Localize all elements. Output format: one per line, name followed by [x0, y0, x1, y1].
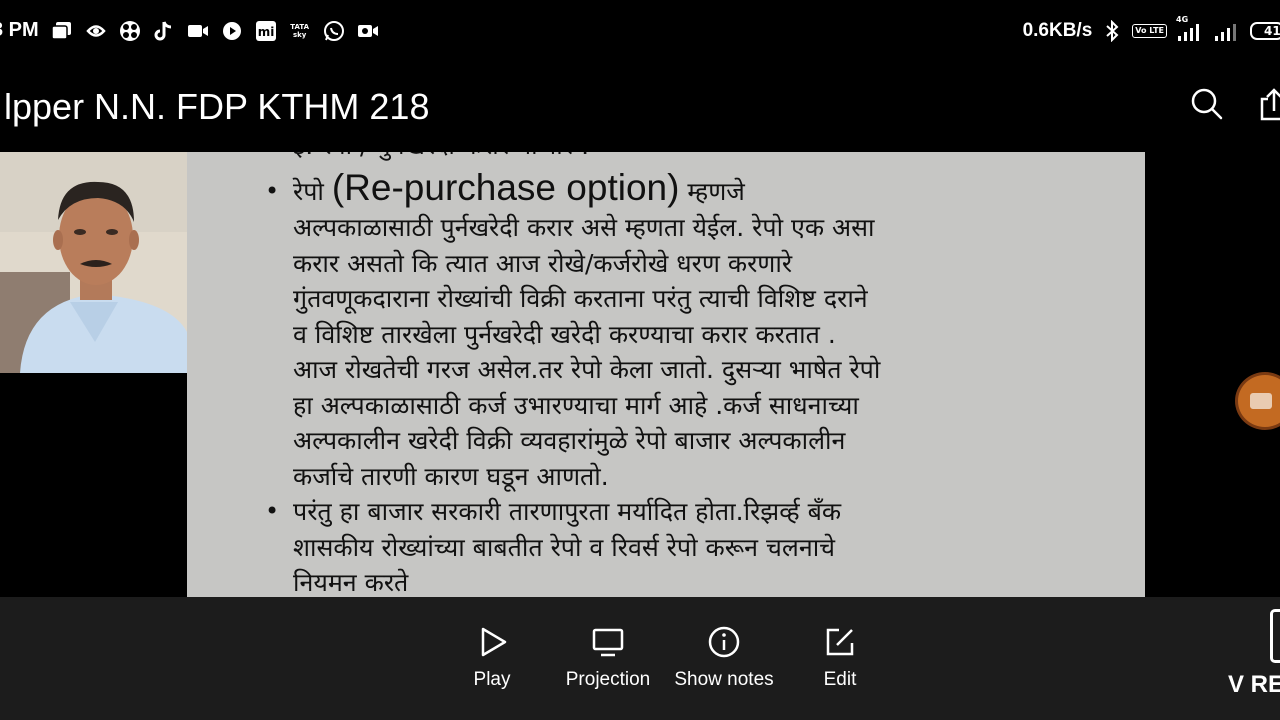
- document-title: lpper N.N. FDP KTHM 218: [4, 86, 430, 127]
- text-line: कर्जाचे तारणी कारण घडून आणतो.: [293, 461, 609, 491]
- edit-label: Edit: [823, 669, 857, 690]
- mi-icon: mi: [255, 20, 277, 42]
- status-time: 3 PM: [0, 19, 39, 41]
- bullet-1-prefix: रेपो: [293, 177, 332, 206]
- projection-label: Projection: [565, 669, 651, 690]
- status-left-group: 3 PM mi TATA sky: [0, 19, 379, 42]
- text-line: गुंतवणूकदाराना रोख्यांची विक्री करताना प…: [293, 284, 868, 313]
- text-line: हा अल्पकाळासाठी कर्ज उभारण्याचा मार्ग आह…: [293, 390, 859, 420]
- tata-sky-icon: TATA sky: [289, 20, 311, 42]
- whatsapp-icon: [323, 20, 345, 42]
- projection-button[interactable]: Projection: [548, 625, 668, 691]
- corner-frame: [1270, 609, 1280, 663]
- edit-button[interactable]: Edit: [780, 625, 900, 691]
- bullet-1-suffix: म्हणजे: [679, 177, 745, 206]
- fan-icon: [119, 20, 141, 42]
- bullet-marker: •: [265, 497, 280, 525]
- bullet-1-heading-line: रेपो (Re-purchase option) म्हणजे: [293, 167, 1133, 210]
- bullet-paragraph-1: रेपो (Re-purchase option) म्हणजे अल्पकाळ…: [293, 167, 1133, 494]
- bullet-1-english-term: (Re-purchase option): [331, 167, 680, 208]
- mi-label: mi: [257, 25, 274, 39]
- text-line: अल्पकाळासाठी पुर्नखरेदी करार असे म्हणता …: [293, 213, 875, 242]
- search-icon: [1191, 88, 1223, 120]
- text-line: व विशिष्ट तारखेला पुर्नखरेदी खरेदी करण्य…: [293, 319, 836, 349]
- floating-camera-button[interactable]: [1235, 372, 1280, 430]
- text-line: शासकीय रोख्यांच्या बाबतीत रेपो व रिवर्स …: [293, 532, 836, 562]
- text-line: परंतु हा बाजार सरकारी तारणापुरता मर्यादि…: [293, 497, 842, 526]
- projection-icon: [592, 628, 624, 657]
- show-notes-button[interactable]: Show notes: [664, 625, 784, 691]
- battery-icon: 41: [1250, 22, 1280, 40]
- edit-icon: [826, 628, 854, 656]
- network-speed: 0.6KB/s: [1022, 20, 1093, 41]
- slide: इ. रेपो / पुर्नखरेदी करार बाजार : • रेपो…: [187, 152, 1145, 597]
- camera-icon: [1250, 393, 1272, 409]
- volte-badge: Vo LTE: [1132, 24, 1167, 38]
- play-icon: [481, 627, 507, 657]
- bottom-toolbar: Play Projection Show notes Edit V RE: [0, 597, 1280, 720]
- bluetooth-icon: [1101, 20, 1123, 42]
- status-bar: 3 PM mi TATA sky: [0, 0, 1280, 66]
- play-button[interactable]: Play: [432, 625, 552, 691]
- video-camera-icon: [187, 20, 209, 42]
- text-line: अल्पकालीन खरेदी विक्री व्यवहारांमुळे रेप…: [293, 426, 846, 455]
- sky-label: sky: [292, 30, 307, 39]
- share-icon: [1260, 88, 1280, 121]
- gallery-icon: [50, 20, 73, 42]
- corner-label: V RE: [1228, 671, 1280, 698]
- tata-label: TATA: [290, 22, 310, 31]
- battery-level: 41: [1264, 24, 1280, 38]
- network-type-label: 4G: [1176, 15, 1189, 24]
- presenter-video: [0, 152, 187, 373]
- title-bar: lpper N.N. FDP KTHM 218: [0, 66, 1280, 152]
- search-button[interactable]: [1190, 87, 1224, 121]
- text-line: नियमन करते: [293, 568, 409, 597]
- slide-heading-partial: इ. रेपो / पुर्नखरेदी करार बाजार :: [293, 152, 589, 164]
- tiktok-icon: [153, 20, 175, 42]
- bullet-marker: •: [265, 177, 280, 205]
- info-icon: [708, 626, 740, 658]
- play-circle-icon: [221, 20, 243, 42]
- share-button[interactable]: [1260, 85, 1280, 121]
- bullet-paragraph-2: परंतु हा बाजार सरकारी तारणापुरता मर्यादि…: [293, 494, 1133, 597]
- play-label: Play: [473, 669, 511, 690]
- text-line: आज रोखतेची गरज असेल.तर रेपो केला जातो. द…: [293, 355, 881, 384]
- presenter-image: [0, 152, 187, 373]
- status-right-group: 0.6KB/s Vo LTE 4G 41: [1022, 15, 1280, 42]
- signal-icon: [1213, 20, 1241, 42]
- text-line: करार असतो कि त्यात आज रोखे/कर्जरोखे धरण …: [293, 248, 793, 278]
- show-notes-label: Show notes: [674, 669, 774, 690]
- whirlpool-icon: [85, 20, 107, 42]
- signal-icon: 4G: [1176, 15, 1204, 42]
- screen-recorder-icon: [357, 20, 379, 42]
